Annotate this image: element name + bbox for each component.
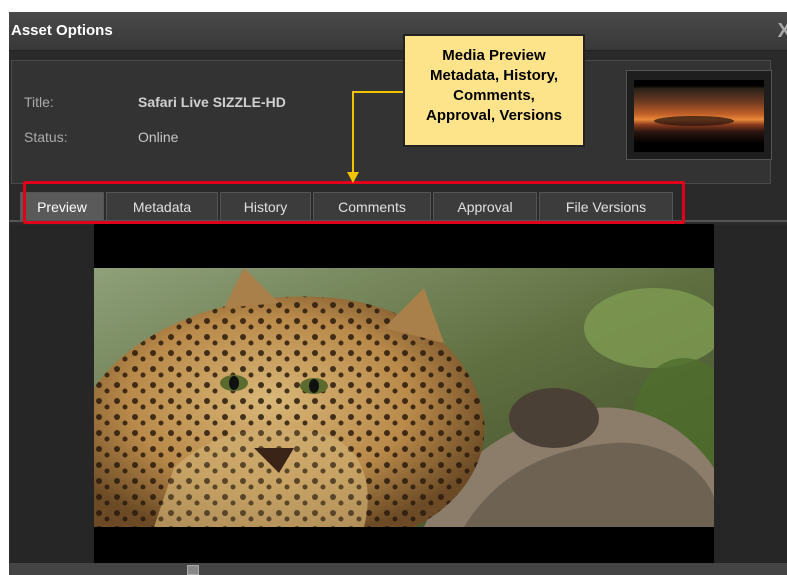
callout-line-2: Metadata, History, xyxy=(429,67,559,84)
scrollbar-thumb[interactable] xyxy=(187,565,199,575)
asset-thumbnail[interactable] xyxy=(626,70,772,160)
callout-arrow-head-icon xyxy=(347,172,359,183)
title-label: Title: xyxy=(24,94,54,110)
thumbnail-sunset-image xyxy=(634,80,764,152)
horizontal-scrollbar[interactable] xyxy=(9,563,787,575)
video-frame-leopard xyxy=(94,268,714,527)
close-icon[interactable]: X xyxy=(778,20,787,43)
callout-line-1: Media Preview xyxy=(442,47,546,64)
callout-line-3: Comments, xyxy=(453,87,535,104)
annotation-callout: Media Preview Metadata, History, Comment… xyxy=(403,34,585,147)
callout-line-4: Approval, Versions xyxy=(426,107,562,124)
dialog-titlebar: Asset Options X xyxy=(9,12,787,51)
video-player[interactable] xyxy=(94,224,714,563)
status-label: Status: xyxy=(24,129,68,145)
status-value: Online xyxy=(138,129,179,145)
tabs-highlight-box xyxy=(23,181,685,224)
title-value: Safari Live SIZZLE-HD xyxy=(138,94,286,110)
callout-arrow-horizontal xyxy=(352,91,404,93)
callout-arrow-vertical xyxy=(352,91,354,173)
dialog-title: Asset Options xyxy=(11,22,113,39)
